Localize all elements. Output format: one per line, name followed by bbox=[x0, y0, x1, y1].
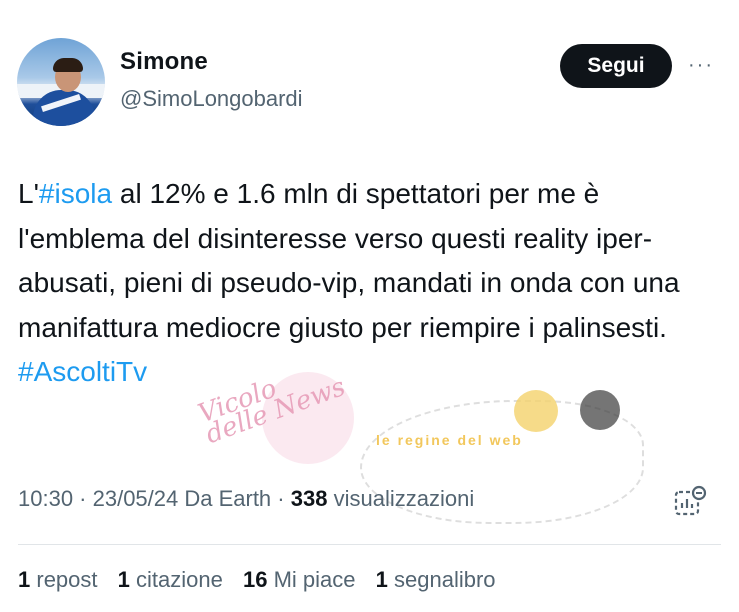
tweet-body: al 12% e 1.6 mln di spettatori per me è … bbox=[18, 178, 680, 343]
watermark-character-2 bbox=[580, 390, 620, 430]
reposts-stat[interactable]: 1 repost bbox=[18, 567, 98, 592]
tweet-prefix: L' bbox=[18, 178, 39, 209]
bookmarks-stat[interactable]: 1 segnalibro bbox=[376, 567, 496, 592]
user-name[interactable]: Simone bbox=[120, 48, 208, 76]
watermark-character-1 bbox=[514, 390, 558, 432]
quotes-stat[interactable]: 1 citazione bbox=[118, 567, 223, 592]
tweet-meta: 10:30 · 23/05/24 Da Earth · 338 visualiz… bbox=[18, 486, 474, 512]
tweet-timestamp[interactable]: 10:30 · 23/05/24 Da Earth · bbox=[18, 486, 285, 511]
divider bbox=[18, 544, 721, 545]
analytics-icon[interactable] bbox=[672, 484, 708, 520]
user-handle[interactable]: @SimoLongobardi bbox=[120, 86, 303, 112]
watermark-right: le regine del web bbox=[376, 432, 523, 448]
follow-button[interactable]: Segui bbox=[560, 44, 672, 88]
avatar-hair bbox=[53, 58, 83, 72]
views-label: visualizzazioni bbox=[333, 486, 475, 511]
engagement-stats: 1 repost 1 citazione 16 Mi piace 1 segna… bbox=[18, 567, 496, 593]
more-options-icon[interactable]: ··· bbox=[688, 54, 714, 77]
hashtag-isola[interactable]: #isola bbox=[39, 178, 112, 209]
likes-stat[interactable]: 16 Mi piace bbox=[243, 567, 356, 592]
tweet-text: L'#isola al 12% e 1.6 mln di spettatori … bbox=[18, 172, 718, 395]
hashtag-ascoltitv[interactable]: #AscoltiTv bbox=[18, 356, 147, 387]
views-count: 338 bbox=[290, 486, 328, 511]
avatar[interactable] bbox=[17, 38, 105, 126]
